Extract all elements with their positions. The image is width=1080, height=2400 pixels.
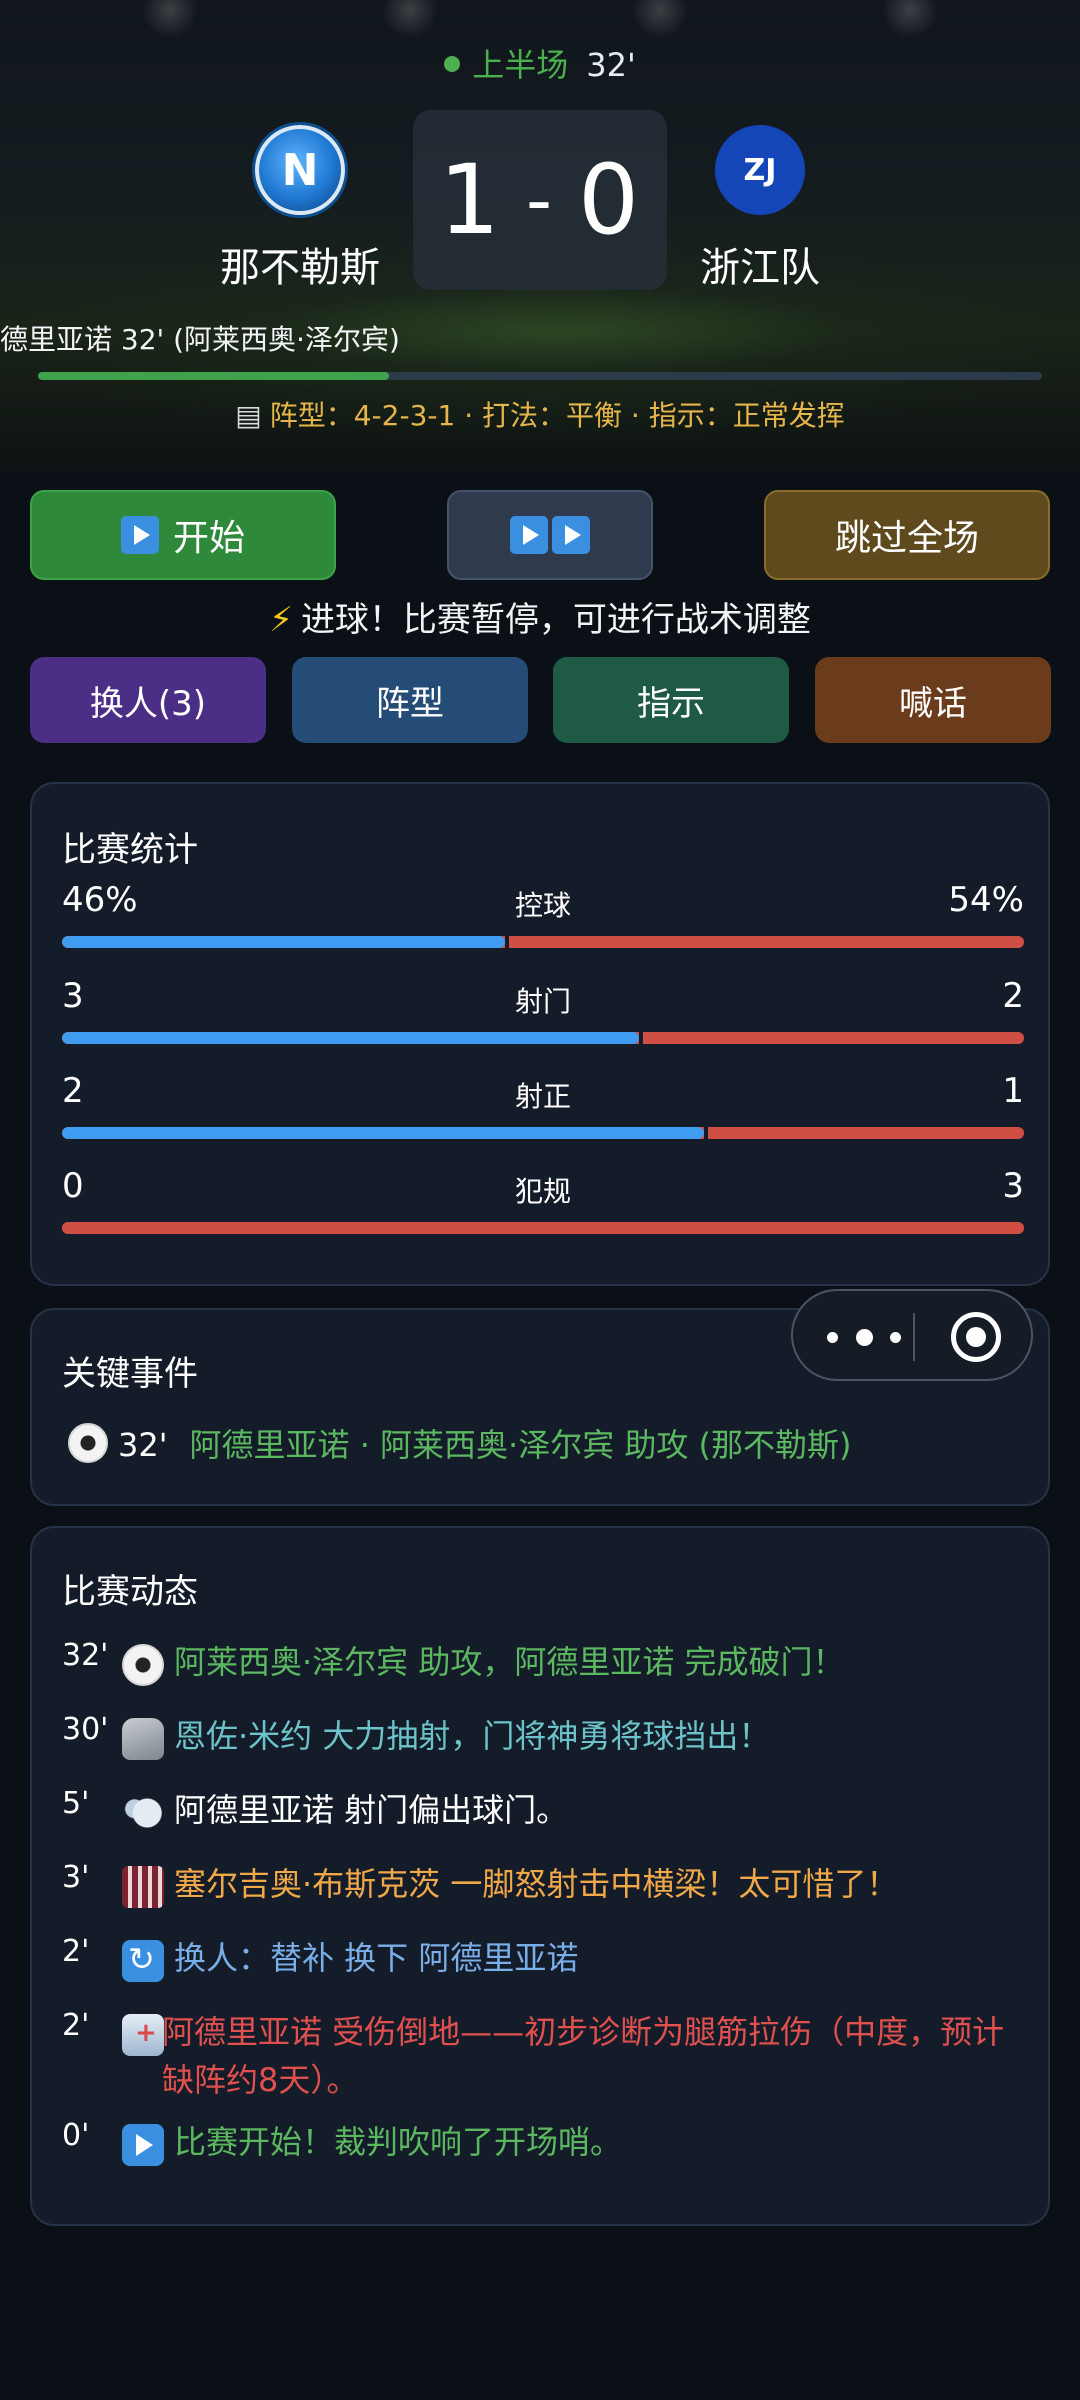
stat-bar bbox=[62, 1032, 1024, 1044]
feed-minute: 32' bbox=[62, 1638, 109, 1673]
feed-text: 阿莱西奥·泽尔宾 助攻，阿德里亚诺 完成破门！ bbox=[174, 1643, 845, 1681]
napoli-crest-icon: N bbox=[255, 125, 345, 215]
goal-scorer-line: 德里亚诺 32' (阿莱西奥·泽尔宾) bbox=[0, 323, 400, 356]
feed-text: 阿德里亚诺 受伤倒地——初步诊断为腿筋拉伤（中度，预计缺阵约8天）。 bbox=[162, 2013, 1005, 2099]
instructions-button[interactable]: 指示 bbox=[553, 657, 789, 743]
stat-away-value: 2 bbox=[1002, 976, 1024, 1016]
stat-bar bbox=[62, 1127, 1024, 1139]
key-event-minute: 32' bbox=[118, 1426, 168, 1464]
stat-bar bbox=[62, 1222, 1024, 1234]
stat-row-possession: 46% 控球 54% bbox=[62, 880, 1024, 950]
match-feed-card: 比赛动态 32' 阿莱西奥·泽尔宾 助攻，阿德里亚诺 完成破门！ 30' 恩佐·… bbox=[30, 1526, 1050, 2226]
stat-bar-home bbox=[62, 1032, 640, 1044]
stat-away-value: 3 bbox=[1002, 1166, 1024, 1206]
substitution-icon bbox=[122, 1940, 164, 1982]
stat-bar bbox=[62, 936, 1024, 948]
stat-label: 控球 bbox=[514, 889, 571, 922]
tactics-text: 阵型：4-2-3-1 · 打法：平衡 · 指示：正常发挥 bbox=[269, 399, 845, 432]
fast-forward-button[interactable] bbox=[447, 490, 653, 580]
soccer-ball-icon bbox=[122, 1644, 164, 1686]
home-team-name: 那不勒斯 bbox=[220, 245, 380, 291]
stat-bar-home bbox=[62, 936, 505, 948]
pause-notice: ⚡ 进球！比赛暂停，可进行战术调整 bbox=[0, 592, 1080, 641]
away-team: ZJ 浙江队 bbox=[640, 125, 880, 293]
away-team-name: 浙江队 bbox=[700, 245, 820, 291]
play-icon bbox=[122, 2124, 164, 2166]
substitution-button[interactable]: 换人(3) bbox=[30, 657, 266, 743]
stat-bar-away bbox=[508, 936, 1024, 948]
stat-away-value: 1 bbox=[1002, 1071, 1024, 1111]
stat-bar-away bbox=[62, 1222, 1024, 1234]
soccer-ball-icon bbox=[68, 1423, 108, 1463]
skip-full-match-button[interactable]: 跳过全场 bbox=[764, 490, 1050, 580]
lightning-icon: ⚡ bbox=[269, 600, 293, 640]
home-score: 1 bbox=[438, 144, 502, 256]
fast-forward-icon bbox=[510, 516, 548, 554]
away-score: 0 bbox=[577, 144, 642, 256]
clipboard-icon: ▤ bbox=[235, 399, 262, 432]
stat-label: 射门 bbox=[514, 985, 571, 1018]
feed-text: 比赛开始！裁判吹响了开场哨。 bbox=[174, 2123, 623, 2161]
stat-away-value: 54% bbox=[948, 880, 1024, 920]
match-progress-bar bbox=[38, 372, 1042, 380]
close-target-icon[interactable] bbox=[951, 1312, 1001, 1362]
feed-minute: 5' bbox=[62, 1786, 90, 1821]
capsule-divider bbox=[913, 1313, 915, 1361]
tactics-summary: ▤ 阵型：4-2-3-1 · 打法：平衡 · 指示：正常发挥 bbox=[0, 394, 1080, 434]
zhejiang-crest-icon: ZJ bbox=[715, 125, 805, 215]
feed-minute: 2' bbox=[62, 1934, 90, 1969]
stat-bar-away bbox=[643, 1032, 1024, 1044]
formation-button[interactable]: 阵型 bbox=[292, 657, 528, 743]
key-event-item: 32' 阿德里亚诺 · 阿莱西奥·泽尔宾 助攻 (那不勒斯) bbox=[68, 1420, 852, 1467]
stat-bar-away bbox=[707, 1127, 1024, 1139]
feed-title: 比赛动态 bbox=[62, 1572, 198, 1612]
goalkeeper-glove-icon bbox=[122, 1718, 164, 1760]
stadium-icon bbox=[122, 1866, 164, 1908]
shout-button[interactable]: 喊话 bbox=[815, 657, 1051, 743]
match-minute: 32' bbox=[586, 46, 636, 84]
feed-text: 阿德里亚诺 射门偏出球门。 bbox=[174, 1791, 569, 1829]
hospital-icon bbox=[122, 2014, 164, 2056]
fast-forward-icon-2 bbox=[552, 516, 590, 554]
feed-minute: 0' bbox=[62, 2118, 90, 2153]
match-stats-card: 比赛统计 46% 控球 54% 3 射门 2 2 射正 1 0 犯规 3 bbox=[30, 782, 1050, 1286]
pause-notice-text: 进球！比赛暂停，可进行战术调整 bbox=[300, 600, 811, 640]
skip-label: 跳过全场 bbox=[834, 518, 979, 559]
stat-row-fouls: 0 犯规 3 bbox=[62, 1166, 1024, 1236]
stat-bar-gap bbox=[504, 936, 509, 948]
stat-row-shots-on-target: 2 射正 1 bbox=[62, 1071, 1024, 1141]
start-label: 开始 bbox=[172, 518, 245, 559]
feed-minute: 3' bbox=[62, 1860, 90, 1895]
half-label: 上半场 bbox=[472, 46, 569, 84]
match-status: 上半场 32' bbox=[0, 40, 1080, 86]
feed-text: 塞尔吉奥·布斯克茨 一脚怒射击中横梁！太可惜了！ bbox=[174, 1865, 899, 1903]
key-event-text: 阿德里亚诺 · 阿莱西奥·泽尔宾 助攻 (那不勒斯) bbox=[189, 1426, 852, 1464]
mini-program-capsule bbox=[791, 1289, 1033, 1381]
feed-text: 恩佐·米约 大力抽射，门将神勇将球挡出！ bbox=[174, 1717, 771, 1755]
feed-minute: 2' bbox=[62, 2008, 90, 2043]
start-button[interactable]: 开始 bbox=[30, 490, 336, 580]
live-dot-icon bbox=[444, 56, 461, 72]
stat-label: 犯规 bbox=[514, 1175, 571, 1208]
match-progress-fill bbox=[38, 372, 390, 380]
scoreboard: 1-0 bbox=[413, 110, 667, 290]
score-separator: - bbox=[526, 158, 554, 242]
home-team: N 那不勒斯 bbox=[180, 125, 420, 293]
more-options-icon[interactable] bbox=[827, 1319, 901, 1355]
feed-minute: 30' bbox=[62, 1712, 109, 1747]
stats-title: 比赛统计 bbox=[62, 830, 198, 870]
stat-row-shots: 3 射门 2 bbox=[62, 976, 1024, 1046]
key-events-title: 关键事件 bbox=[62, 1354, 198, 1394]
stat-bar-home bbox=[62, 1127, 704, 1139]
feed-text: 换人：替补 换下 阿德里亚诺 bbox=[174, 1939, 579, 1977]
dash-wind-icon bbox=[122, 1792, 164, 1834]
stat-label: 射正 bbox=[514, 1080, 571, 1113]
play-icon bbox=[120, 516, 159, 554]
